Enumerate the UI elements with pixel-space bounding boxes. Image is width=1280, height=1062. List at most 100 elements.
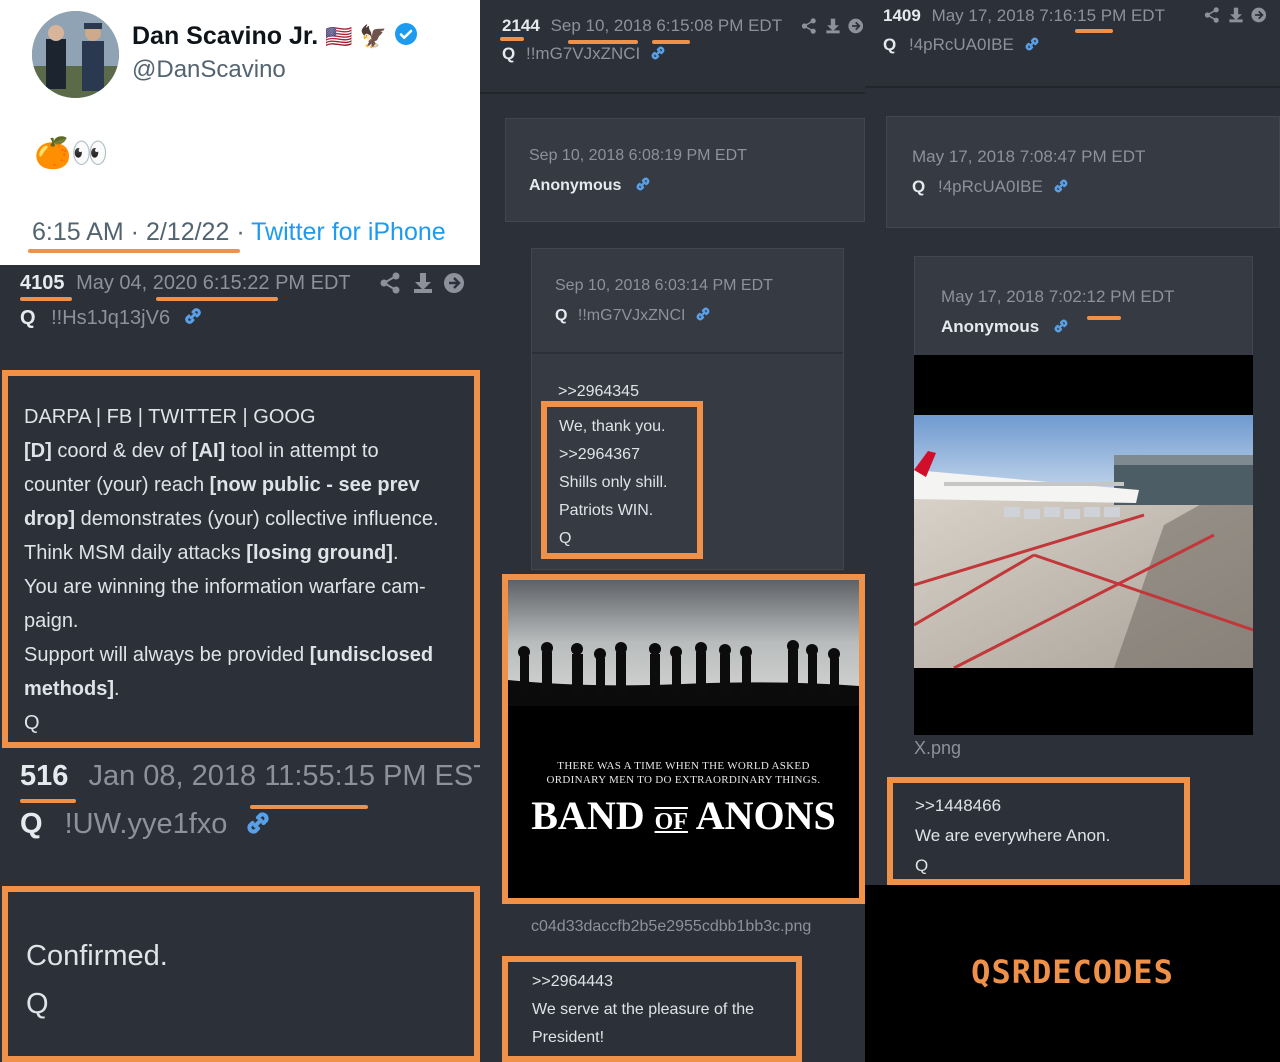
post-actions — [800, 17, 866, 35]
goto-arrow-icon[interactable] — [444, 273, 464, 293]
watermark-text: QSRDECODES — [971, 953, 1174, 991]
post-1409: 1409 May 17, 2018 7:16:15 PM EDT Q !4pRc… — [865, 0, 1280, 885]
post-date: Sep 10, 2018 6:15:08 PM EDT — [550, 16, 783, 35]
quoted-date: Sep 10, 2018 6:03:14 PM EDT — [555, 277, 773, 294]
post-number[interactable]: 4105 — [20, 272, 65, 294]
quoted-author: Anonymous — [941, 317, 1040, 336]
reply-link[interactable]: >>2964443 — [532, 968, 613, 996]
link-icon[interactable] — [182, 305, 204, 327]
divider — [480, 92, 865, 94]
image-filename[interactable]: X.png — [914, 738, 961, 759]
poster-tagline-1: THERE WAS A TIME WHEN THE WORLD ASKED — [557, 760, 810, 772]
goto-arrow-icon[interactable] — [848, 18, 864, 34]
post-number[interactable]: 516 — [20, 760, 68, 792]
share-icon[interactable] — [1204, 7, 1219, 23]
body-bold: [now public - see prev — [209, 474, 420, 496]
post-516-body: Confirmed. Q — [2, 886, 480, 1062]
link-icon[interactable] — [649, 44, 667, 62]
quoted-post-anon: May 17, 2018 7:02:12 PM EDT Anonymous — [914, 256, 1253, 356]
link-icon[interactable] — [634, 175, 652, 193]
post-signature: Q — [915, 856, 929, 875]
airport-photo — [914, 415, 1253, 668]
image-filename[interactable]: c04d33daccfb2b5e2955cdbb1bb3c.png — [531, 918, 811, 936]
us-flag-emoji: 🇺🇸 — [325, 24, 353, 49]
post-number[interactable]: 2144 — [502, 16, 540, 35]
quoted-author: Anonymous — [529, 177, 622, 194]
body-line: Shills only shill. — [559, 474, 668, 491]
link-icon[interactable] — [694, 305, 712, 323]
body-text: Support will always be provided — [24, 644, 310, 666]
body-bold: drop] — [24, 508, 76, 530]
post-time-underline — [1075, 29, 1113, 33]
post-date: May 17, 2018 7:16:15 PM EDT — [931, 6, 1165, 25]
post-date: May 04, 2020 6:15:22 PM EDT — [76, 272, 351, 294]
body-line: We serve at the pleasure of the — [532, 1001, 755, 1018]
post-signature: Q — [26, 988, 49, 1020]
tweet-source[interactable]: Twitter for iPhone — [251, 218, 446, 246]
tweet-timestamp[interactable]: 6:15 AM · 2/12/22 — [32, 218, 229, 246]
share-icon[interactable] — [801, 18, 816, 34]
tweet-author-handle[interactable]: @DanScavino — [132, 56, 286, 84]
post-number[interactable]: 1409 — [883, 6, 921, 25]
tripcode-label: Q — [20, 808, 43, 840]
share-icon[interactable] — [380, 272, 400, 294]
body-bold: [undisclosed — [309, 644, 434, 666]
post-signature: Q — [559, 530, 572, 547]
download-icon[interactable] — [1229, 7, 1243, 23]
body-bold: [D] — [24, 440, 52, 462]
divider — [865, 86, 1280, 88]
airport-image[interactable] — [914, 355, 1253, 735]
goto-arrow-icon[interactable] — [1251, 7, 1267, 23]
body-line: You are winning the information warfare … — [24, 576, 426, 598]
body-text: . — [114, 678, 120, 700]
quoted-post-q: May 17, 2018 7:08:47 PM EDT Q !4pRcUA0IB… — [886, 116, 1280, 228]
body-line: DARPA | FB | TWITTER | GOOG — [24, 406, 316, 428]
verified-badge-icon — [394, 22, 418, 46]
reply-link[interactable]: >>1448466 — [915, 791, 1001, 821]
divider — [532, 352, 843, 354]
body-bold: [AI] — [191, 440, 226, 462]
post-body: Confirmed. — [26, 940, 168, 972]
post-516: 516 Jan 08, 2018 11:55:15 PM EST Q !UW.y… — [0, 750, 491, 885]
reply-link[interactable]: >>2964345 — [558, 383, 639, 401]
tripcode-label: Q — [20, 307, 36, 329]
body-line: President! — [532, 1029, 605, 1046]
body-line: Patriots WIN. — [559, 502, 654, 519]
body-text: tool in attempt to — [225, 440, 379, 462]
poster-image[interactable]: THERE WAS A TIME WHEN THE WORLD ASKED OR… — [502, 574, 865, 904]
link-icon[interactable] — [1023, 35, 1041, 53]
body-text: Think MSM daily attacks — [24, 542, 247, 564]
eagle-emoji: 🦅 — [359, 24, 387, 49]
poster-title-of: OF — [654, 809, 688, 835]
body-text: counter (your) reach — [24, 474, 210, 496]
watermark-panel: QSRDECODES — [865, 885, 1280, 1062]
post-time-underline — [156, 297, 278, 301]
quoted-date: Sep 10, 2018 6:08:19 PM EDT — [529, 147, 747, 164]
post-1409-body: >>1448466 We are everywhere Anon. Q — [887, 777, 1190, 885]
quoted-date: May 17, 2018 7:08:47 PM EDT — [912, 147, 1146, 166]
post-actions — [1203, 6, 1269, 24]
post-signature: Q — [24, 712, 40, 734]
avatar[interactable] — [32, 11, 119, 98]
tripcode-label: Q — [555, 307, 568, 324]
link-icon[interactable] — [243, 808, 273, 838]
body-text: . — [392, 542, 399, 564]
quoted-q-body: We, thank you. >>2964367 Shills only shi… — [541, 401, 703, 559]
reply-link[interactable]: >>2964367 — [559, 441, 640, 469]
poster-graphic — [508, 580, 859, 898]
download-icon[interactable] — [414, 273, 432, 293]
tweet-meta-separator: · — [236, 218, 245, 246]
tripcode: !!mG7VJxZNCI — [525, 44, 641, 63]
tweet-author-name[interactable]: Dan Scavino Jr. — [132, 22, 318, 50]
download-icon[interactable] — [826, 18, 840, 34]
link-icon[interactable] — [1052, 317, 1070, 335]
tweet-text: 🍊👀 — [34, 137, 109, 170]
tripcode-label: Q — [502, 44, 516, 63]
quoted-post-anon: Sep 10, 2018 6:08:19 PM EDT Anonymous — [505, 118, 865, 222]
post-2144-body: >>2964443 We serve at the pleasure of th… — [502, 956, 802, 1062]
post-2144: 2144 Sep 10, 2018 6:15:08 PM EDT Q !!mG7… — [480, 0, 865, 1062]
quoted-time-underline — [1087, 316, 1121, 320]
link-icon[interactable] — [1052, 177, 1070, 195]
tripcode: !4pRcUA0IBE — [908, 35, 1014, 54]
post-actions — [378, 272, 468, 294]
